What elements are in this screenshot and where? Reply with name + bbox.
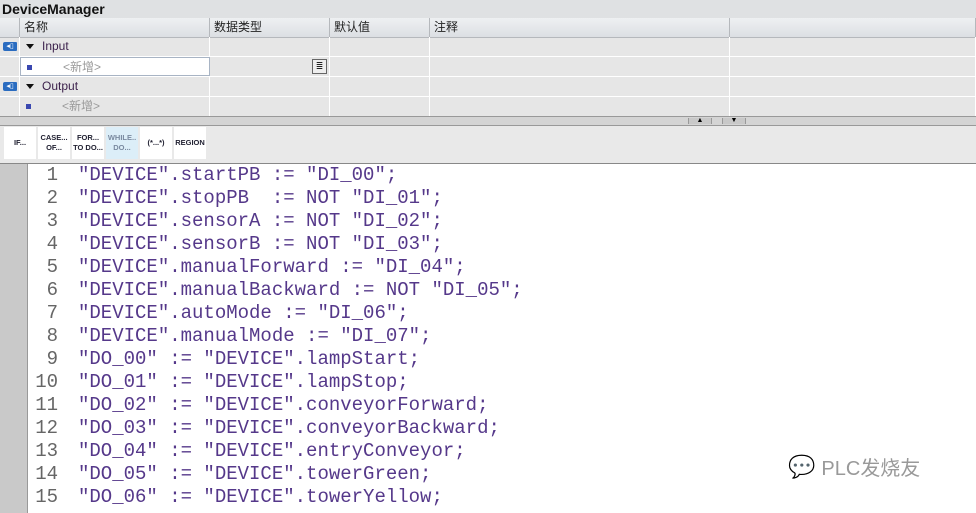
block-title: DeviceManager — [0, 0, 976, 18]
interface-table: 名称 数据类型 默认值 注释 ◂▯ Input <新增> ≣ ◂▯ Output <新增> — [0, 18, 976, 117]
line-number: 5 — [46, 256, 58, 278]
section-row[interactable]: ◂▯ Output — [0, 77, 976, 97]
splitter[interactable]: ▲ ▼ — [0, 116, 976, 126]
table-cell[interactable]: <新增> — [20, 97, 210, 116]
line-number: 7 — [46, 302, 58, 324]
code-text[interactable]: "DO_02" := "DEVICE".conveyorForward; — [78, 394, 488, 417]
toolbar-button[interactable]: CASE... OF... — [38, 127, 70, 159]
toolbar-button[interactable]: (*...*) — [140, 127, 172, 159]
toolbar-button[interactable]: REGION — [174, 127, 206, 159]
member-icon — [27, 65, 32, 70]
table-cell[interactable] — [330, 57, 430, 76]
table-header: 名称 数据类型 默认值 注释 — [0, 18, 976, 38]
code-text[interactable]: "DEVICE".manualBackward := NOT "DI_05"; — [78, 279, 523, 302]
line-number: 6 — [46, 279, 58, 301]
line-number: 15 — [35, 486, 58, 508]
code-text[interactable]: "DO_06" := "DEVICE".towerYellow; — [78, 486, 443, 509]
toolbar-button[interactable]: IF... — [4, 127, 36, 159]
table-cell[interactable] — [430, 77, 730, 96]
code-text[interactable]: "DO_04" := "DEVICE".entryConveyor; — [78, 440, 466, 463]
table-cell[interactable] — [0, 97, 20, 116]
code-text[interactable]: "DEVICE".manualMode := "DI_07"; — [78, 325, 431, 348]
table-cell[interactable]: ◂▯ — [0, 77, 20, 96]
table-cell[interactable] — [730, 57, 976, 76]
line-number: 2 — [46, 187, 58, 209]
table-cell[interactable]: ≣ — [210, 57, 330, 76]
table-cell[interactable] — [210, 77, 330, 96]
code-text[interactable]: "DEVICE".sensorB := NOT "DI_03"; — [78, 233, 443, 256]
watermark: 💬 PLC发烧友 — [788, 453, 921, 481]
add-row[interactable]: <新增> — [0, 97, 976, 117]
table-cell[interactable] — [330, 37, 430, 56]
toolbar-button[interactable]: WHILE.. DO... — [106, 127, 138, 159]
table-cell[interactable] — [430, 97, 730, 116]
expand-down-button[interactable]: ▼ — [722, 117, 746, 124]
line-number: 14 — [35, 463, 58, 485]
line-number: 10 — [35, 371, 58, 393]
column-header[interactable]: 注释 — [430, 18, 730, 37]
wechat-icon: 💬 — [788, 453, 816, 479]
table-cell[interactable] — [730, 97, 976, 116]
line-number: 13 — [35, 440, 58, 462]
line-number: 12 — [35, 417, 58, 439]
table-cell[interactable] — [210, 37, 330, 56]
editor-gutter — [0, 164, 28, 513]
member-icon — [26, 104, 31, 109]
table-cell[interactable] — [330, 77, 430, 96]
toolbar-button[interactable]: FOR... TO DO... — [72, 127, 104, 159]
line-number: 11 — [35, 394, 58, 416]
line-number: 1 — [46, 164, 58, 186]
code-text[interactable]: "DEVICE".manualForward := "DI_04"; — [78, 256, 466, 279]
code-text[interactable]: "DO_01" := "DEVICE".lampStop; — [78, 371, 409, 394]
code-text[interactable]: "DO_03" := "DEVICE".conveyorBackward; — [78, 417, 500, 440]
column-header[interactable]: 名称 — [20, 18, 210, 37]
table-cell[interactable] — [730, 77, 976, 96]
line-number: 8 — [46, 325, 58, 347]
table-cell[interactable] — [730, 37, 976, 56]
table-cell[interactable] — [430, 37, 730, 56]
expand-triangle-icon[interactable] — [26, 44, 34, 49]
code-text[interactable]: "DEVICE".autoMode := "DI_06"; — [78, 302, 409, 325]
code-text[interactable]: "DO_00" := "DEVICE".lampStart; — [78, 348, 420, 371]
line-number: 3 — [46, 210, 58, 232]
column-header[interactable] — [730, 18, 976, 37]
collapse-up-button[interactable]: ▲ — [688, 117, 712, 124]
interface-tag-icon: ◂▯ — [3, 42, 17, 51]
code-text[interactable]: "DEVICE".stopPB := NOT "DI_01"; — [78, 187, 443, 210]
line-number: 9 — [46, 348, 58, 370]
section-row[interactable]: ◂▯ Input — [0, 37, 976, 57]
table-cell[interactable] — [330, 97, 430, 116]
column-header[interactable]: 默认值 — [330, 18, 430, 37]
column-header[interactable]: 数据类型 — [210, 18, 330, 37]
instruction-toolbar: IF... CASE... OF... FOR... TO DO... WHILE..… — [0, 126, 976, 164]
code-text[interactable]: "DEVICE".startPB := "DI_00"; — [78, 164, 397, 187]
add-row[interactable]: <新增> ≣ — [0, 57, 976, 77]
table-cell[interactable] — [210, 97, 330, 116]
table-cell[interactable]: <新增> — [20, 57, 210, 76]
list-picker-icon[interactable]: ≣ — [312, 59, 327, 74]
expand-triangle-icon[interactable] — [26, 84, 34, 89]
column-header[interactable] — [0, 18, 20, 37]
table-cell[interactable] — [430, 57, 730, 76]
table-cell[interactable]: Input — [20, 37, 210, 56]
line-number: 4 — [46, 233, 58, 255]
code-text[interactable]: "DEVICE".sensorA := NOT "DI_02"; — [78, 210, 443, 233]
table-cell[interactable]: ◂▯ — [0, 37, 20, 56]
table-cell[interactable]: Output — [20, 77, 210, 96]
interface-tag-icon: ◂▯ — [3, 82, 17, 91]
code-text[interactable]: "DO_05" := "DEVICE".towerGreen; — [78, 463, 431, 486]
table-cell[interactable] — [0, 57, 20, 76]
